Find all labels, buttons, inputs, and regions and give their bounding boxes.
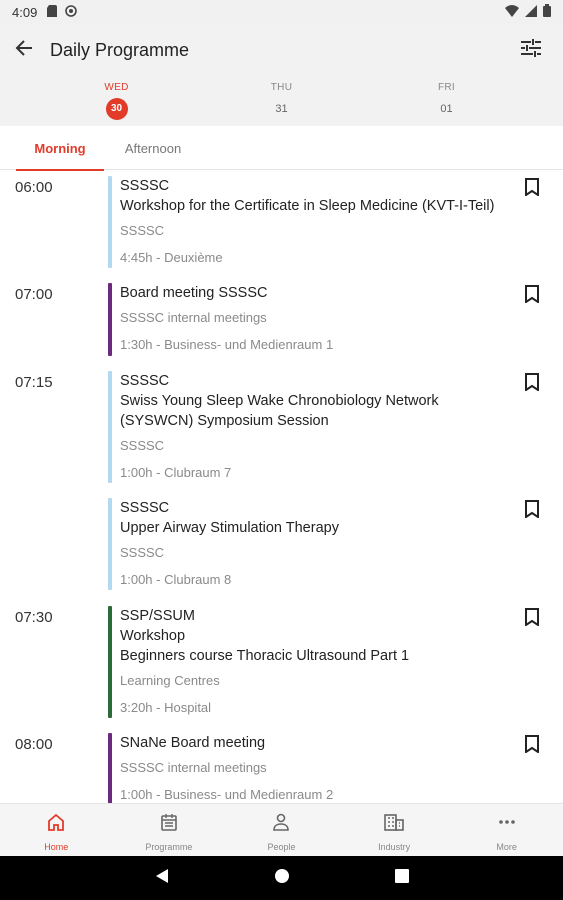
session-time: [0, 493, 108, 601]
bookmark-icon[interactable]: [525, 735, 545, 755]
sd-card-icon: [47, 4, 58, 20]
session-title-line: Workshop for the Certificate in Sleep Me…: [120, 198, 495, 214]
session-title-line: SSSSC: [120, 500, 170, 516]
filter-button[interactable]: [507, 26, 555, 74]
bookmark-icon[interactable]: [525, 608, 545, 628]
session-track: SSSSC internal meetings: [120, 310, 267, 325]
session-time: 07:00: [15, 286, 53, 303]
bottom-navigation: Home Programme People Industry More: [0, 803, 563, 856]
day-selector: WED 30 THU 31 FRI 01: [0, 76, 563, 126]
session-list: 06:00 SSSSC Workshop for the Certificate…: [0, 171, 563, 803]
tab-morning[interactable]: Morning: [16, 126, 104, 171]
triangle-back-icon: [154, 868, 170, 889]
bookmark-icon[interactable]: [525, 178, 545, 198]
session-time: 07:15: [15, 374, 53, 391]
system-navigation-bar: [0, 856, 563, 900]
day-number: 30: [105, 98, 128, 120]
session-track: SSSSC: [120, 438, 165, 453]
session-track: Learning Centres: [120, 673, 220, 688]
day-wed[interactable]: WED 30: [34, 76, 199, 126]
back-button[interactable]: [0, 26, 48, 74]
session-item[interactable]: SSSSC Upper Airway Stimulation Therapy S…: [0, 493, 563, 601]
session-title-line: SSSSC: [120, 373, 170, 389]
nav-label: Industry: [378, 842, 411, 852]
square-recents-icon: [394, 868, 409, 888]
nav-people[interactable]: People: [225, 804, 338, 856]
session-track: SSSSC: [120, 545, 165, 560]
session-title-line: Workshop: [120, 628, 186, 644]
day-number: 01: [440, 103, 453, 115]
session-location: 1:30h - Business- und Medienraum 1: [120, 337, 334, 352]
bookmark-icon[interactable]: [525, 500, 545, 520]
system-home-button[interactable]: [222, 868, 342, 889]
system-back-button[interactable]: [102, 868, 222, 889]
nav-more[interactable]: More: [450, 804, 563, 856]
bookmark-icon[interactable]: [525, 285, 545, 305]
home-icon: [47, 813, 65, 836]
session-item[interactable]: 06:00 SSSSC Workshop for the Certificate…: [0, 171, 563, 278]
person-icon: [272, 813, 290, 836]
nav-label: Programme: [145, 842, 193, 852]
session-location: 1:00h - Clubraum 8: [120, 572, 232, 587]
tab-afternoon[interactable]: Afternoon: [110, 126, 196, 170]
arrow-back-icon: [15, 39, 33, 62]
session-location: 4:45h - Deuxième: [120, 250, 223, 265]
session-title-line: Swiss Young Sleep Wake Chronobiology Net…: [120, 393, 439, 409]
session-title-line: Beginners course Thoracic Ultrasound Par…: [120, 648, 410, 664]
session-item[interactable]: 07:00 Board meeting SSSSC SSSSC internal…: [0, 278, 563, 366]
day-fri[interactable]: FRI 01: [364, 76, 529, 126]
day-thu[interactable]: THU 31: [199, 76, 364, 126]
session-track: SSSSC internal meetings: [120, 760, 267, 775]
tune-icon: [521, 38, 541, 62]
status-bar: 4:09: [0, 0, 563, 24]
status-time: 4:09: [12, 4, 38, 20]
session-item[interactable]: 07:15 SSSSC Swiss Young Sleep Wake Chron…: [0, 366, 563, 493]
system-recents-button[interactable]: [342, 868, 462, 888]
period-tabs: Morning Afternoon: [0, 126, 563, 171]
nav-programme[interactable]: Programme: [113, 804, 226, 856]
app-bar: Daily Programme: [0, 24, 563, 76]
session-title-line: (SYSWCN) Symposium Session: [120, 413, 329, 429]
nav-label: Home: [44, 842, 69, 852]
calendar-icon: [160, 813, 178, 836]
day-of-week: FRI: [437, 82, 455, 93]
day-number: 31: [275, 103, 288, 115]
session-time: 06:00: [15, 179, 53, 196]
page-title: Daily Programme: [50, 39, 190, 60]
session-title-line: SSP/SSUM: [120, 608, 195, 624]
wifi-icon: [505, 4, 519, 20]
sync-icon: [65, 4, 78, 20]
session-title-line: SSSSC: [120, 178, 170, 194]
session-item[interactable]: 07:30 SSP/SSUM Workshop Beginners course…: [0, 601, 563, 728]
session-time: 07:30: [15, 609, 53, 626]
session-track: SSSSC: [120, 223, 165, 238]
circle-home-icon: [274, 868, 290, 889]
day-of-week: THU: [270, 82, 293, 93]
nav-label: More: [496, 842, 517, 852]
building-icon: [384, 813, 404, 836]
session-location: 1:00h - Clubraum 7: [120, 465, 232, 480]
day-of-week: WED: [104, 82, 129, 93]
nav-home[interactable]: Home: [0, 804, 113, 856]
nav-label: People: [267, 842, 296, 852]
nav-industry[interactable]: Industry: [338, 804, 451, 856]
session-item[interactable]: 08:00 SNaNe Board meeting SSSSC internal…: [0, 728, 563, 803]
signal-icon: [525, 4, 537, 20]
session-location: 3:20h - Hospital: [120, 700, 212, 715]
session-title-line: SNaNe Board meeting: [120, 735, 266, 751]
session-title-line: Board meeting SSSSC: [120, 285, 268, 301]
more-icon: [498, 813, 516, 836]
bookmark-icon[interactable]: [525, 373, 545, 393]
session-location: 1:00h - Business- und Medienraum 2: [120, 787, 334, 802]
session-title-line: Upper Airway Stimulation Therapy: [120, 520, 339, 536]
battery-icon: [543, 4, 551, 20]
session-time: 08:00: [15, 736, 53, 753]
